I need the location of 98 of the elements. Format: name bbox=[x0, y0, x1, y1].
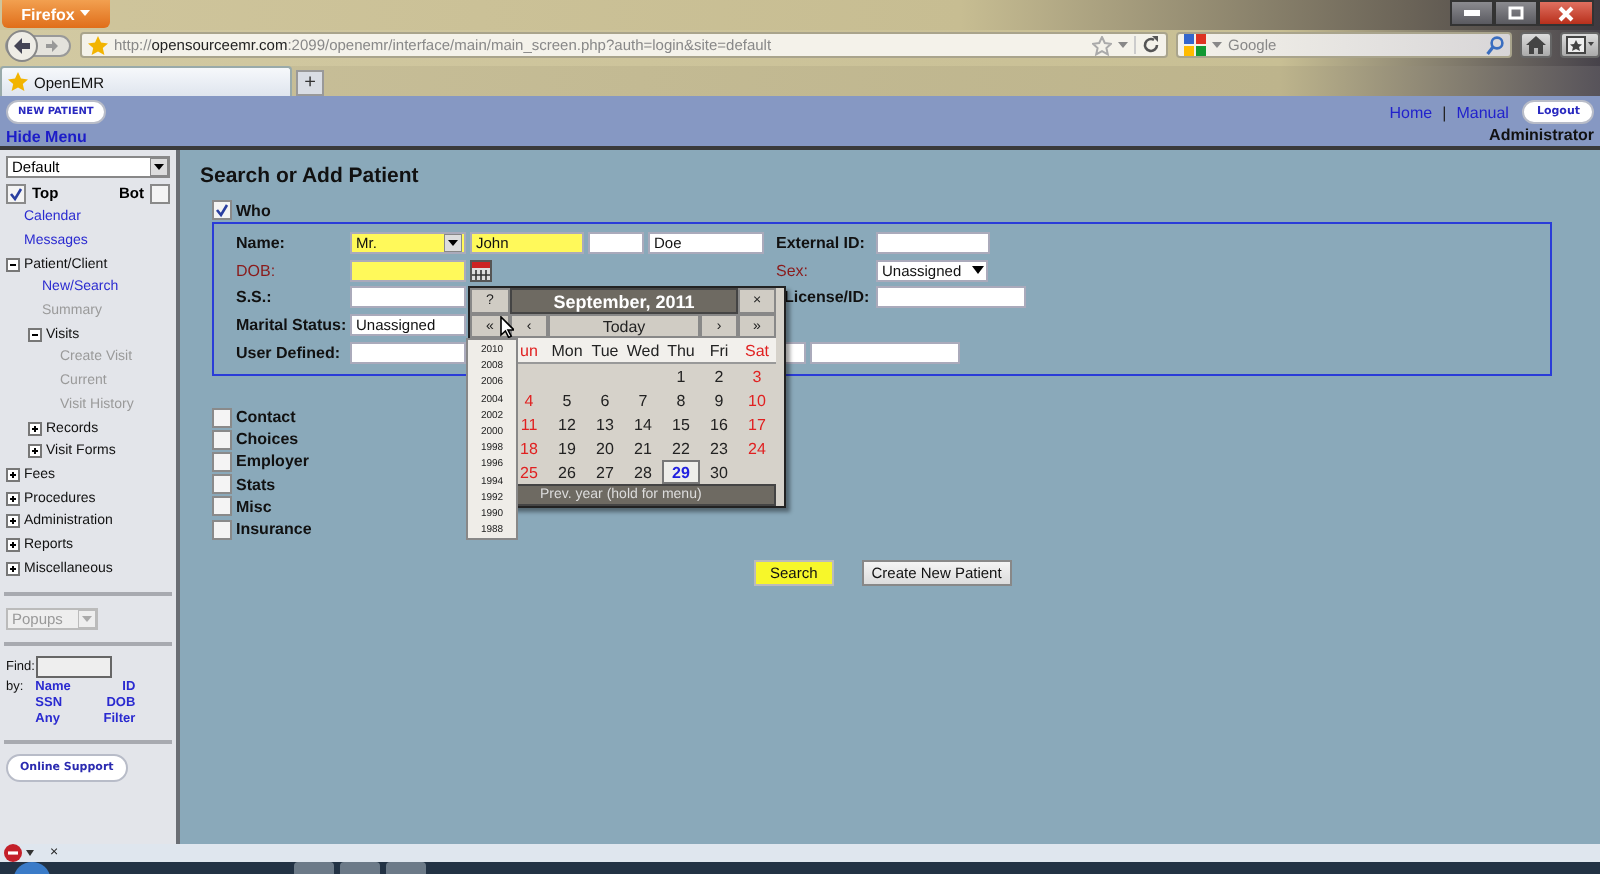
weekday-label: Mon bbox=[548, 338, 586, 364]
middle-name-field[interactable] bbox=[588, 232, 644, 255]
calendar-day[interactable]: 7 bbox=[624, 388, 662, 412]
calendar-day[interactable]: 28 bbox=[624, 460, 662, 484]
checkbox[interactable] bbox=[212, 200, 232, 220]
checkbox[interactable] bbox=[212, 451, 232, 472]
google-icon bbox=[1184, 34, 1206, 56]
calendar-day[interactable]: 23 bbox=[700, 436, 738, 460]
calendar-day[interactable]: 12 bbox=[548, 412, 586, 436]
expand-icon[interactable] bbox=[28, 444, 42, 459]
bookmarks-button[interactable] bbox=[1560, 32, 1600, 58]
calendar-day[interactable]: 13 bbox=[586, 412, 624, 436]
calendar-day[interactable]: 30 bbox=[700, 460, 738, 484]
checkbox[interactable] bbox=[6, 183, 26, 203]
dropdown-icon bbox=[972, 266, 984, 275]
field-label: License/ID: bbox=[784, 288, 872, 307]
link-separator: | bbox=[1442, 103, 1447, 121]
search-icon[interactable] bbox=[1486, 35, 1504, 55]
dropdown-icon[interactable] bbox=[26, 850, 34, 856]
start-icon[interactable] bbox=[12, 862, 52, 874]
ss-field[interactable] bbox=[350, 286, 466, 309]
close-icon[interactable] bbox=[1538, 0, 1594, 26]
user-defined-field[interactable] bbox=[350, 341, 466, 364]
expand-icon[interactable] bbox=[6, 491, 20, 506]
calendar-day[interactable]: 26 bbox=[548, 460, 586, 484]
calendar-day[interactable]: 1 bbox=[662, 364, 700, 388]
find-field[interactable] bbox=[36, 656, 113, 678]
calendar-day[interactable]: 9 bbox=[700, 388, 738, 412]
calendar-day[interactable]: 5 bbox=[548, 388, 586, 412]
collapse-icon[interactable] bbox=[28, 327, 42, 342]
cursor-icon bbox=[500, 316, 514, 338]
field-label: External ID: bbox=[776, 234, 867, 253]
minimize-icon[interactable] bbox=[1450, 0, 1494, 26]
page-title: Search or Add Patient bbox=[200, 164, 421, 188]
calendar-title: September, 2011 bbox=[510, 288, 738, 314]
home-button[interactable] bbox=[1520, 32, 1552, 58]
dob-field[interactable] bbox=[350, 259, 466, 282]
bookmark-star-icon[interactable] bbox=[1092, 35, 1112, 55]
weekday-label: Tue bbox=[586, 338, 624, 364]
calendar-day[interactable]: 22 bbox=[662, 436, 700, 460]
field-label: Marital Status: bbox=[236, 316, 349, 335]
expand-icon[interactable] bbox=[6, 561, 20, 576]
maximize-icon[interactable] bbox=[1494, 0, 1538, 26]
expand-icon[interactable] bbox=[6, 467, 20, 482]
caret-icon bbox=[80, 10, 91, 18]
star-icon bbox=[8, 72, 28, 92]
weekday-label: Fri bbox=[700, 338, 738, 364]
expand-icon[interactable] bbox=[6, 537, 20, 552]
calendar-day[interactable]: 21 bbox=[624, 436, 662, 460]
expand-icon[interactable] bbox=[6, 514, 20, 529]
calendar-day[interactable]: 16 bbox=[700, 412, 738, 436]
calendar-day[interactable]: 29 bbox=[662, 460, 700, 484]
license-field[interactable] bbox=[876, 286, 1026, 309]
expand-icon[interactable] bbox=[28, 421, 42, 436]
checkbox-label: Stats bbox=[236, 475, 276, 494]
checkbox-label: Who bbox=[236, 201, 271, 219]
weekday-label: Sat bbox=[738, 338, 776, 364]
star-icon bbox=[88, 35, 108, 55]
checkbox-label: Employer bbox=[236, 452, 309, 471]
checkbox[interactable] bbox=[212, 407, 232, 428]
calendar-day[interactable]: 20 bbox=[586, 436, 624, 460]
calendar-day[interactable]: 14 bbox=[624, 412, 662, 436]
field-label: S.S.: bbox=[236, 288, 274, 307]
collapse-icon[interactable] bbox=[6, 257, 20, 272]
checkbox-label: Choices bbox=[236, 430, 299, 449]
today-button[interactable]: Today bbox=[548, 314, 700, 338]
weekday-label: Thu bbox=[662, 338, 700, 364]
calendar-day[interactable]: 2 bbox=[700, 364, 738, 388]
dropdown-icon bbox=[150, 158, 168, 176]
checkbox[interactable] bbox=[212, 474, 232, 495]
field-label: DOB: bbox=[236, 261, 278, 280]
calendar-day[interactable]: 15 bbox=[662, 412, 700, 436]
checkbox-label: Insurance bbox=[236, 520, 312, 539]
calendar-icon[interactable] bbox=[470, 259, 492, 282]
checkbox[interactable] bbox=[212, 429, 232, 450]
field-label: Name: bbox=[236, 234, 287, 253]
dropdown-icon bbox=[78, 610, 96, 628]
external-id-field[interactable] bbox=[876, 232, 990, 255]
user-name: Administrator bbox=[1489, 126, 1594, 144]
field-label: Sex: bbox=[776, 261, 811, 280]
adblock-icon[interactable] bbox=[4, 844, 22, 862]
field-label: User Defined: bbox=[236, 343, 343, 362]
user-defined-field[interactable] bbox=[810, 341, 960, 364]
calendar-day[interactable]: 6 bbox=[586, 388, 624, 412]
checkbox[interactable] bbox=[212, 496, 232, 517]
calendar-day[interactable]: 19 bbox=[548, 436, 586, 460]
checkbox-label: Contact bbox=[236, 408, 296, 427]
calendar-day[interactable]: 27 bbox=[586, 460, 624, 484]
checkbox-label: Misc bbox=[236, 497, 272, 516]
checkbox[interactable] bbox=[212, 519, 232, 540]
reload-icon[interactable] bbox=[1134, 36, 1160, 54]
dropdown-icon bbox=[444, 234, 462, 253]
calendar-day[interactable]: 8 bbox=[662, 388, 700, 412]
hide-menu-link[interactable]: Hide Menu bbox=[6, 128, 106, 146]
new-tab-button[interactable]: + bbox=[296, 70, 324, 96]
checkbox[interactable] bbox=[150, 183, 170, 203]
back-forward-icon[interactable] bbox=[4, 30, 72, 62]
weekday-label: Wed bbox=[624, 338, 662, 364]
